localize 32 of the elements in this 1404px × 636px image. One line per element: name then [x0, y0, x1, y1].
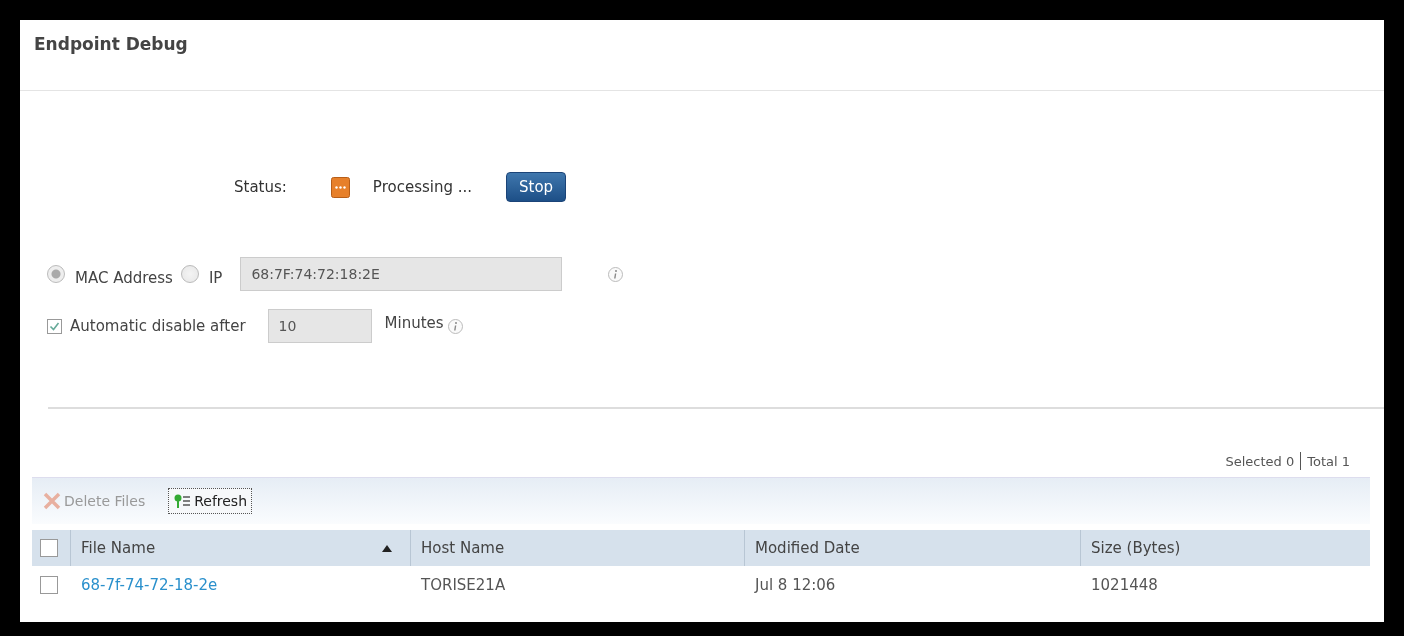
- selected-count: Selected 0: [1225, 453, 1295, 469]
- radio-label: IP: [208, 269, 223, 287]
- table-cell-text: Jul 8 12:06: [753, 575, 837, 596]
- column-header[interactable]: Size (Bytes): [1080, 530, 1370, 566]
- row-checkbox[interactable]: [40, 576, 58, 594]
- radio-button[interactable]: [180, 265, 199, 283]
- status-label: Status:: [234, 178, 287, 196]
- table-cell-text: TORISE21A: [420, 575, 507, 596]
- radio-button[interactable]: [47, 265, 65, 283]
- file-link[interactable]: 68-7f-74-72-18-2e: [70, 566, 410, 604]
- table-cell-text: 1021448: [1090, 575, 1159, 596]
- auto-disable-label: Automatic disable after: [70, 317, 246, 335]
- x-icon: [43, 492, 61, 510]
- checkbox[interactable]: [47, 318, 62, 334]
- select-all-checkbox[interactable]: [40, 539, 58, 557]
- info-icon[interactable]: [608, 266, 624, 282]
- refresh-button[interactable]: Refresh: [168, 488, 253, 514]
- minutes-label: Minutes: [384, 314, 444, 332]
- column-header[interactable]: File Name: [70, 530, 410, 566]
- total-count: Total 1: [1307, 453, 1350, 469]
- page-title: Endpoint Debug: [20, 20, 1384, 91]
- column-header[interactable]: Modified Date: [744, 530, 1080, 566]
- list-icon: [173, 492, 192, 510]
- sort-ascending-icon: [382, 544, 392, 552]
- status-text: Processing ...: [372, 178, 473, 196]
- column-header[interactable]: Host Name: [410, 530, 744, 566]
- minutes-field[interactable]: 10: [267, 309, 372, 343]
- info-icon[interactable]: [447, 318, 463, 334]
- radio-label: MAC Address: [75, 269, 173, 287]
- stop-button[interactable]: Stop: [506, 172, 567, 202]
- address-field[interactable]: 68:7F:74:72:18:2E: [240, 257, 563, 291]
- processing-icon: [330, 176, 350, 198]
